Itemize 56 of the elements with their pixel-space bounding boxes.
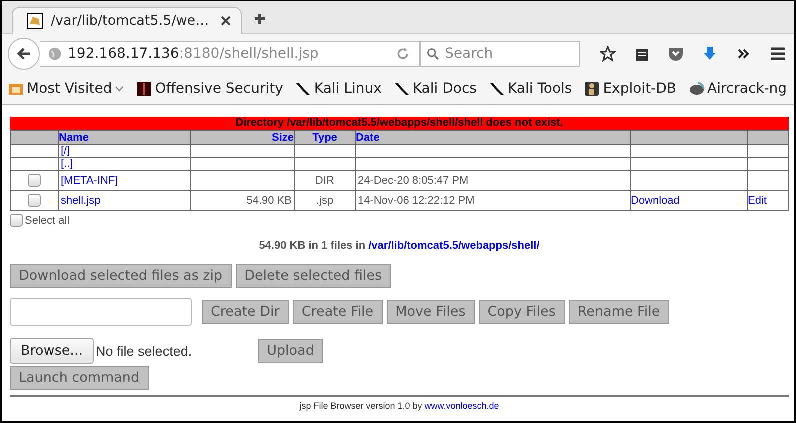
action-button[interactable]: Copy Files [478,300,565,324]
bookmark[interactable]: Exploit-DB [584,81,676,97]
address-bar[interactable]: 192.168.17.136:8180/shell/shell.jsp [40,41,420,67]
date-text: 14-Nov-06 12:22:12 PM [358,194,475,206]
back-button[interactable] [8,38,40,70]
size-text: 54.90 KB [246,194,292,206]
column-header[interactable]: Size [272,132,294,144]
bookmark[interactable]: Aircrack-ng [688,81,788,97]
footer-link[interactable]: www.vonloesch.de [424,401,500,411]
file-link[interactable]: shell.jsp [61,194,101,206]
launch-command-button[interactable]: Launch command [10,366,149,390]
checkbox[interactable] [10,214,23,227]
action-button[interactable]: Create File [292,300,383,324]
bookmark[interactable]: Offensive Security [136,81,284,97]
reload-icon[interactable] [396,47,410,61]
summary-text: 54.90 KB in 1 files in /var/lib/tomcat5.5/webapps/shell/ [258,240,541,252]
action-button[interactable]: Move Files [386,300,475,324]
bookmark[interactable]: Kali Docs [394,81,477,97]
browse-button[interactable]: Browse... [10,338,94,364]
type-text: .jsp [316,194,334,206]
logo-icon [136,81,152,97]
plus-icon[interactable] [254,13,266,25]
search-field[interactable]: Search [420,41,580,67]
folder-icon [8,81,24,97]
chevron-down-icon [115,86,124,92]
bookmark[interactable]: Kali Linux [295,81,382,97]
action-button[interactable]: Rename File [568,300,670,324]
back-arrow-icon [16,46,32,62]
action-button[interactable]: Download selected files as zip [10,264,232,288]
file-status: No file selected. [96,344,192,358]
footer-text: jsp File Browser version 1.0 by www.vonloesch.de [300,401,500,411]
browser-tab[interactable]: /var/lib/tomcat5.5/we… [12,7,242,34]
close-icon[interactable] [221,16,231,26]
action-button[interactable]: Create Dir [202,300,289,324]
search-icon [427,48,440,60]
column-header[interactable]: Date [356,132,380,144]
upload-button[interactable]: Upload [258,339,324,363]
file-link[interactable]: [..] [61,158,74,170]
column-header[interactable]: Name [59,132,89,144]
bookmark[interactable]: Kali Tools [488,81,572,97]
type-text: DIR [316,174,334,186]
bookmark[interactable]: Most Visited [8,81,124,97]
file-link[interactable]: [/] [61,145,70,157]
action-button[interactable]: Delete selected files [236,264,392,288]
error-banner: Directory /var/lib/tomcat5.5/webapps/shell/shell does not exist. [10,117,789,130]
star-icon[interactable] [600,46,616,62]
menu-icon[interactable] [770,46,786,62]
select-all-label: Select all [25,214,70,226]
checkbox[interactable] [28,194,41,207]
checkbox[interactable] [28,174,41,187]
download-icon[interactable] [702,46,718,62]
name-field[interactable] [10,298,192,326]
figure-icon [584,81,600,97]
date-text: 24-Dec-20 8:05:47 PM [358,174,469,186]
globe-icon [48,47,62,61]
path-link[interactable]: /var/lib/tomcat5.5/webapps/shell/ [368,240,540,252]
